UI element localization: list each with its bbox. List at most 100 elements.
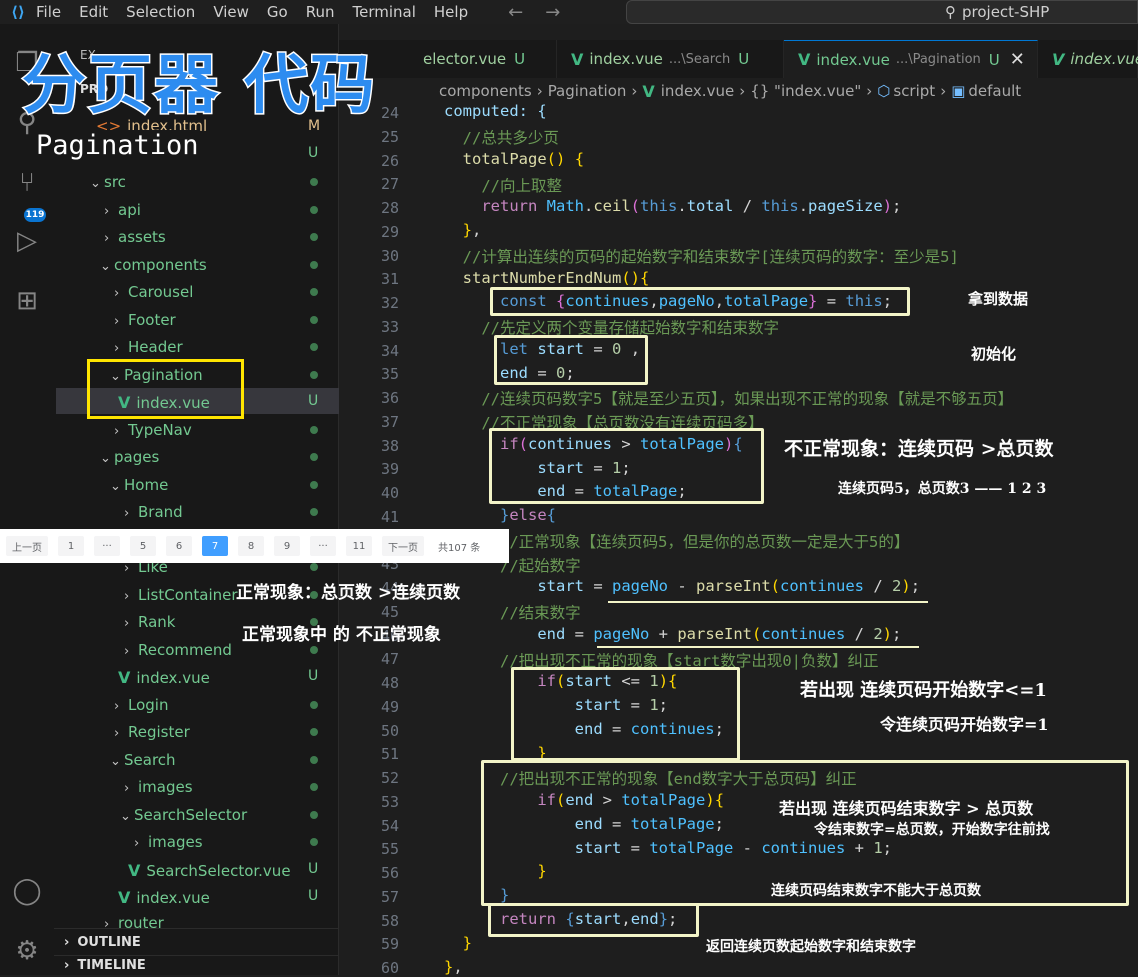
command-center[interactable]: ⚲ project-SHP xyxy=(626,0,1138,24)
tree-item-typenav[interactable]: › TypeNav xyxy=(114,421,192,439)
menu-run[interactable]: Run xyxy=(306,3,335,21)
tree-item-login[interactable]: › Login xyxy=(114,696,168,714)
code-line-31[interactable]: startNumberEndNum(){ xyxy=(444,269,650,287)
tree-item-assets[interactable]: › assets xyxy=(104,228,166,246)
status-untracked: U xyxy=(308,393,319,409)
tree-item-listcontainer[interactable]: › ListContainer xyxy=(124,586,238,604)
tree-item-search-index-vue[interactable]: Vindex.vue xyxy=(118,888,210,907)
tree-item-src[interactable]: ⌄ src xyxy=(90,173,126,191)
tree-item-pages[interactable]: ⌄ pages xyxy=(100,448,159,466)
pager-ellipsis[interactable]: ··· xyxy=(310,536,336,556)
timeline-section[interactable]: › TIMELINE xyxy=(54,955,339,975)
code-line-27[interactable]: //向上取整 xyxy=(444,174,562,196)
tree-item-carousel[interactable]: › Carousel xyxy=(114,283,193,301)
code-line-29[interactable]: }, xyxy=(444,221,482,239)
code-line-30[interactable]: //计算出连续的页码的起始数字和结束数字[连续页码的数字：至少是5] xyxy=(444,245,959,267)
breadcrumb-file[interactable]: index.vue xyxy=(661,82,734,100)
menu-help[interactable]: Help xyxy=(434,3,468,21)
tree-item-home-index-vue[interactable]: Vindex.vue xyxy=(118,668,210,687)
line-number: 35 xyxy=(380,365,399,384)
tab-index-preview[interactable]: Vindex.vue xyxy=(1038,40,1138,78)
menu-selection[interactable]: Selection xyxy=(126,3,195,21)
tree-item-header[interactable]: › Header xyxy=(114,338,183,356)
tree-item-searchselector[interactable]: ⌄ SearchSelector xyxy=(120,806,247,824)
code-line-46[interactable]: end = pageNo + parseInt(continues / 2); xyxy=(444,625,901,643)
gear-icon[interactable]: ⚙ xyxy=(8,932,46,970)
run-debug-icon[interactable]: ▷ xyxy=(8,222,46,260)
pager-page[interactable]: 1 xyxy=(58,536,84,556)
line-number: 40 xyxy=(380,484,399,502)
pager-page[interactable]: 8 xyxy=(238,536,264,556)
tree-item-api[interactable]: › api xyxy=(104,201,141,219)
tree-item-brand[interactable]: › Brand xyxy=(124,503,183,521)
menu-file[interactable]: File xyxy=(36,3,61,21)
pager-next-button[interactable]: 下一页 xyxy=(382,536,424,556)
line-number: 34 xyxy=(380,341,399,360)
tree-item-footer[interactable]: › Footer xyxy=(114,311,176,329)
chevron-right-icon: › xyxy=(64,958,70,973)
pager-page[interactable]: 9 xyxy=(274,536,300,556)
line-number: 27 xyxy=(380,175,399,194)
pager-page-current[interactable]: 7 xyxy=(202,536,228,556)
menu-edit[interactable]: Edit xyxy=(79,3,108,21)
activity-bar: ❐ ⚲ ⑂ 119 ▷ ⊞ ◯ ⚙ xyxy=(0,24,54,975)
code-line-26[interactable]: totalPage() { xyxy=(444,150,584,168)
code-line-45[interactable]: //结束数字 xyxy=(444,601,581,623)
overlay-title: 分页器 代码 xyxy=(20,47,377,125)
line-number: 50 xyxy=(380,721,399,740)
line-number: 47 xyxy=(380,650,399,669)
status-dot xyxy=(310,563,318,571)
code-line-36[interactable]: //连续页码数字5【就是至少五页】，如果出现不正常的现象【就是不够五页】 xyxy=(444,387,1013,409)
chevron-right-icon: › xyxy=(114,699,120,714)
forward-arrow-icon[interactable]: → xyxy=(545,2,560,23)
code-line-25[interactable]: //总共多少页 xyxy=(444,126,559,148)
menu-terminal[interactable]: Terminal xyxy=(353,3,416,21)
pager-page[interactable]: 11 xyxy=(346,536,372,556)
outline-section[interactable]: › OUTLINE xyxy=(54,928,339,956)
code-line-41[interactable]: }else{ xyxy=(444,506,556,524)
annotation-normal-abnormal: 正常现象中 的 不正常现象 xyxy=(242,625,441,645)
back-arrow-icon[interactable]: ← xyxy=(508,2,523,23)
tree-item-search[interactable]: ⌄ Search xyxy=(110,751,176,769)
code-line-44[interactable]: start = pageNo - parseInt(continues / 2)… xyxy=(444,577,920,595)
tree-item-components[interactable]: ⌄ components xyxy=(100,256,207,274)
status-untracked: U xyxy=(308,668,319,684)
source-control-icon[interactable]: ⑂ xyxy=(8,164,46,202)
code-line-24[interactable]: computed: { xyxy=(444,102,547,120)
breadcrumb-default[interactable]: default xyxy=(968,82,1021,100)
tab-search-index[interactable]: Vindex.vue ...\Search U xyxy=(557,40,784,78)
pager-prev-button[interactable]: 上一页 xyxy=(6,536,48,556)
tree-item-images[interactable]: › images xyxy=(124,778,193,796)
tree-item-images-nested[interactable]: › images xyxy=(134,833,203,851)
tree-item-register[interactable]: › Register xyxy=(114,723,190,741)
status-untracked: U xyxy=(308,888,319,904)
breadcrumb-components[interactable]: components xyxy=(439,82,532,100)
code-line-59[interactable]: } xyxy=(444,934,472,952)
tree-item-searchselector-vue[interactable]: V SearchSelector.vue xyxy=(128,861,291,880)
tree-item-recommend[interactable]: › Recommend xyxy=(124,641,232,659)
code-line-42[interactable]: //正常现象【连续页码5，但是你的总页数一定是大于5的】 xyxy=(444,530,909,552)
account-icon[interactable]: ◯ xyxy=(8,872,46,910)
pager-ellipsis[interactable]: ··· xyxy=(94,536,120,556)
menu-go[interactable]: Go xyxy=(267,3,288,21)
pager-page[interactable]: 5 xyxy=(130,536,156,556)
line-number: 31 xyxy=(380,270,399,289)
tree-item-rank[interactable]: › Rank xyxy=(124,613,175,631)
annotation-example: 连续页码5，总页数3 —— 1 2 3 xyxy=(838,481,1047,497)
menu-view[interactable]: View xyxy=(213,3,249,21)
status-dot xyxy=(310,508,318,516)
status-dot xyxy=(310,838,318,846)
chevron-right-icon: › xyxy=(134,836,140,851)
breadcrumb-pagination[interactable]: Pagination xyxy=(548,82,627,100)
close-icon[interactable]: ✕ xyxy=(1010,49,1025,70)
extensions-icon[interactable]: ⊞ xyxy=(8,282,46,320)
pager-page[interactable]: 6 xyxy=(166,536,192,556)
code-line-60[interactable]: }, xyxy=(444,958,463,975)
breadcrumb-module[interactable]: {} "index.vue" xyxy=(750,82,861,100)
chevron-down-icon: ⌄ xyxy=(120,809,131,824)
tab-pagination-index[interactable]: Vindex.vue ...\Pagination U ✕ xyxy=(784,40,1038,78)
breadcrumb-script[interactable]: script xyxy=(893,82,935,100)
tree-item-home[interactable]: ⌄ Home xyxy=(110,476,168,494)
code-line-28[interactable]: return Math.ceil(this.total / this.pageS… xyxy=(444,197,901,215)
chevron-right-icon: › xyxy=(124,781,130,796)
